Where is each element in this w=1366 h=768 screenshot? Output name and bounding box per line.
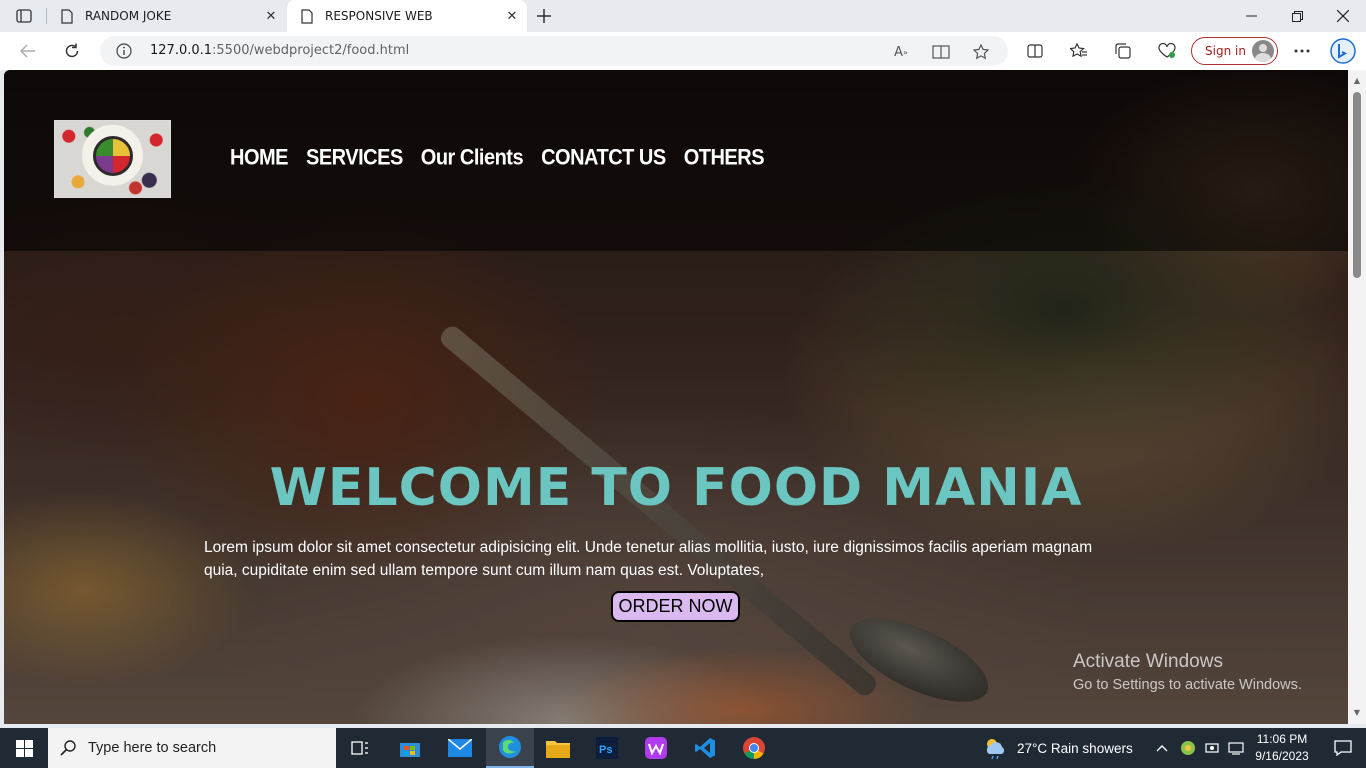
file-explorer-icon[interactable] <box>534 728 582 768</box>
url-text[interactable]: 127.0.0.1:5500/webdproject2/food.html <box>150 43 409 58</box>
site-header: HOME SERVICES Our Clients CONATCT US OTH… <box>4 70 1348 251</box>
scroll-down-icon[interactable]: ▼ <box>1352 708 1362 718</box>
page-icon <box>59 8 75 24</box>
site-logo[interactable] <box>54 120 171 198</box>
vscode-icon[interactable] <box>681 728 729 768</box>
bing-copilot-icon[interactable] <box>1328 36 1358 66</box>
page-viewport: HOME SERVICES Our Clients CONATCT US OTH… <box>4 70 1348 724</box>
close-icon[interactable]: ✕ <box>260 5 282 27</box>
url-path: :5500/webdproject2/food.html <box>212 43 410 58</box>
close-window-icon[interactable] <box>1320 0 1366 32</box>
network-icon[interactable] <box>1228 728 1244 768</box>
clock-date: 9/16/2023 <box>1255 749 1309 763</box>
device-icon[interactable] <box>1205 728 1219 768</box>
search-icon <box>60 740 76 756</box>
tab-random-joke[interactable]: RANDOM JOKE ✕ <box>47 0 286 32</box>
weather-widget[interactable]: 27°C Rain showers <box>983 728 1133 768</box>
scroll-up-icon[interactable]: ▲ <box>1352 76 1362 86</box>
nav-contact-us[interactable]: CONATCT US <box>541 146 666 172</box>
wps-office-icon[interactable] <box>632 728 680 768</box>
tab-responsive-web[interactable]: RESPONSIVE WEB ✕ <box>287 0 527 32</box>
split-screen-icon[interactable] <box>1020 36 1050 66</box>
immersive-reader-icon[interactable] <box>930 41 952 63</box>
browser-toolbar: 127.0.0.1:5500/webdproject2/food.html A»… <box>0 32 1366 70</box>
edge-browser-icon[interactable] <box>486 728 534 768</box>
nav-services[interactable]: SERVICES <box>306 146 403 172</box>
favorites-icon[interactable] <box>1064 36 1094 66</box>
nav-others[interactable]: OTHERS <box>684 146 765 172</box>
tab-title: RESPONSIVE WEB <box>325 9 433 23</box>
read-aloud-icon[interactable]: A» <box>890 41 912 63</box>
order-now-button[interactable]: ORDER NOW <box>611 591 740 622</box>
windows-taskbar: Type here to search Ps 27°C Rain showers <box>0 728 1366 768</box>
hero-description: Lorem ipsum dolor sit amet consectetur a… <box>204 539 1093 579</box>
photoshop-icon[interactable]: Ps <box>583 728 631 768</box>
activate-windows-watermark: Activate Windows Go to Settings to activ… <box>1073 651 1302 693</box>
microsoft-store-icon[interactable] <box>386 728 434 768</box>
tab-strip: RANDOM JOKE ✕ RESPONSIVE WEB ✕ <box>0 0 1366 32</box>
scroll-thumb[interactable] <box>1353 92 1361 278</box>
clock-time: 11:06 PM <box>1256 732 1308 746</box>
minimize-icon[interactable] <box>1228 0 1274 32</box>
page-icon <box>299 8 315 24</box>
main-nav: HOME SERVICES Our Clients CONATCT US OTH… <box>230 146 765 172</box>
sign-in-button[interactable]: Sign in <box>1191 37 1278 65</box>
sign-in-label: Sign in <box>1205 44 1246 58</box>
restore-icon[interactable] <box>1274 0 1320 32</box>
new-tab-icon[interactable] <box>533 5 555 27</box>
collections-icon[interactable] <box>1108 36 1138 66</box>
nav-our-clients[interactable]: Our Clients <box>421 146 524 172</box>
hero-title: WELCOME TO FOOD MANIA <box>269 458 1083 518</box>
windows-start-icon[interactable] <box>0 728 48 768</box>
favorite-star-icon[interactable] <box>970 41 992 63</box>
page-scrollbar[interactable]: ▲ ▼ <box>1348 70 1366 724</box>
watermark-subtitle: Go to Settings to activate Windows. <box>1073 677 1302 693</box>
taskbar-search-box[interactable]: Type here to search <box>48 728 336 768</box>
search-placeholder: Type here to search <box>88 740 217 756</box>
svg-text:Ps: Ps <box>599 744 612 756</box>
task-view-icon[interactable] <box>336 728 384 768</box>
refresh-icon[interactable] <box>57 36 87 66</box>
weather-rain-icon <box>983 736 1009 760</box>
weather-text: 27°C Rain showers <box>1017 740 1133 756</box>
chrome-icon[interactable] <box>730 728 778 768</box>
url-host: 127.0.0.1 <box>150 43 213 58</box>
taskbar-clock[interactable]: 11:06 PM 9/16/2023 <box>1250 731 1314 765</box>
nav-home[interactable]: HOME <box>230 146 289 172</box>
show-hidden-icons[interactable] <box>1156 728 1168 768</box>
watermark-title: Activate Windows <box>1073 651 1223 672</box>
tray-app-icon[interactable] <box>1180 728 1196 768</box>
tab-title: RANDOM JOKE <box>85 9 172 23</box>
address-bar[interactable]: 127.0.0.1:5500/webdproject2/food.html A» <box>100 36 1008 66</box>
back-icon[interactable] <box>13 36 43 66</box>
more-menu-icon[interactable] <box>1287 36 1317 66</box>
logo-fruit-bowl-image <box>93 136 133 176</box>
mail-icon[interactable] <box>436 728 484 768</box>
close-icon[interactable]: ✕ <box>501 5 523 27</box>
notification-icon[interactable] <box>1320 728 1366 768</box>
avatar-icon <box>1252 40 1274 62</box>
info-icon[interactable] <box>116 43 132 59</box>
tab-actions-icon[interactable] <box>8 5 40 27</box>
performance-icon[interactable] <box>1152 36 1182 66</box>
